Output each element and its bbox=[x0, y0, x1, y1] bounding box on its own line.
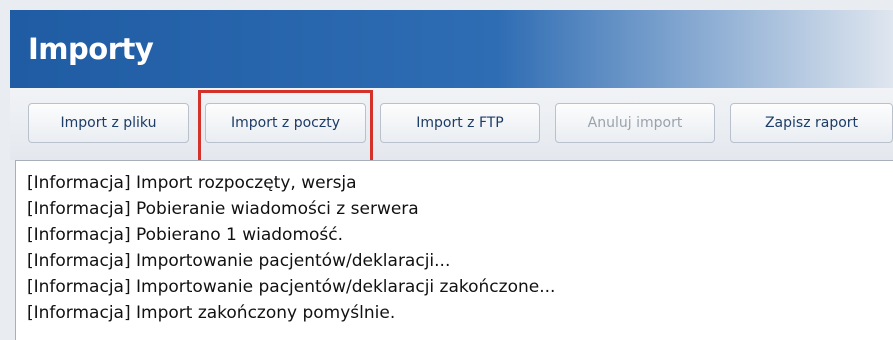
import-from-ftp-button[interactable]: Import z FTP bbox=[380, 103, 540, 143]
save-report-button[interactable]: Zapisz raport bbox=[730, 103, 893, 143]
log-line: [Informacja] Pobierano 1 wiadomość. bbox=[27, 225, 344, 245]
log-line: [Informacja] Import rozpoczęty, wersja bbox=[27, 173, 357, 193]
log-line: [Informacja] Importowanie pacjentów/dekl… bbox=[27, 251, 451, 271]
import-from-file-button[interactable]: Import z pliku bbox=[28, 103, 189, 143]
log-line: [Informacja] Importowanie pacjentów/dekl… bbox=[27, 277, 556, 297]
cancel-import-button[interactable]: Anuluj import bbox=[555, 103, 715, 143]
log-line: [Informacja] Pobieranie wiadomości z ser… bbox=[27, 199, 419, 219]
log-line: [Informacja] Import zakończony pomyślnie… bbox=[27, 303, 396, 323]
highlight-frame bbox=[198, 90, 373, 163]
page-title: Importy bbox=[28, 32, 154, 66]
import-log[interactable]: [Informacja] Import rozpoczęty, wersja [… bbox=[15, 160, 893, 340]
header-bar: Importy bbox=[10, 10, 893, 88]
toolbar: Import z pliku Import z poczty Import z … bbox=[10, 88, 893, 160]
